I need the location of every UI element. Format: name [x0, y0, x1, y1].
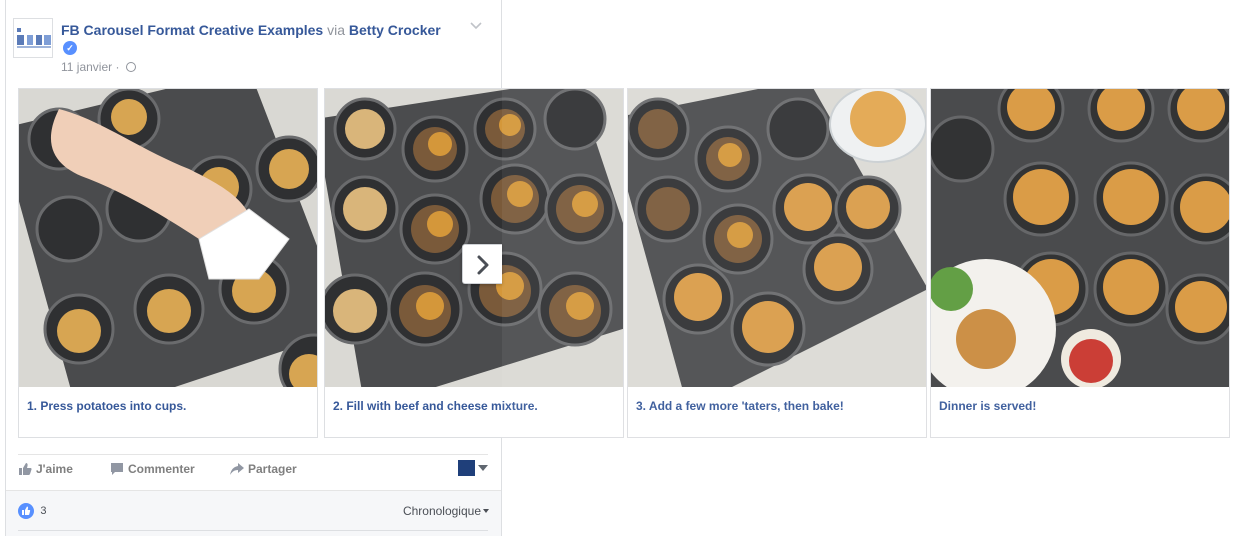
via-label: via: [327, 22, 346, 38]
sort-label: Chronologique: [402, 504, 481, 518]
comment-label: Commenter: [128, 462, 195, 476]
post-header: FB Carousel Format Creative Examples via…: [13, 18, 483, 78]
comment-sort-dropdown[interactable]: Chronologique: [403, 504, 489, 518]
share-icon: [230, 463, 244, 475]
carousel-card-3[interactable]: 3. Add a few more 'taters, then bake!: [627, 88, 927, 438]
caret-down-icon: [483, 509, 489, 513]
post-date[interactable]: 11 janvier: [61, 60, 112, 74]
chevron-down-icon[interactable]: [469, 21, 483, 31]
comment-button[interactable]: Commenter: [110, 462, 195, 478]
page-avatar[interactable]: [13, 18, 53, 58]
carousel-card-3-caption[interactable]: 3. Add a few more 'taters, then bake!: [636, 399, 916, 413]
carousel-card-1[interactable]: 1. Press potatoes into cups.: [18, 88, 318, 438]
page-name-link[interactable]: FB Carousel Format Creative Examples: [61, 22, 323, 38]
carousel-card-4-caption[interactable]: Dinner is served!: [939, 399, 1219, 413]
footer-divider: [18, 530, 488, 531]
like-button[interactable]: J'aime: [18, 462, 73, 478]
post-meta: 11 janvier ·: [61, 60, 136, 74]
post-footer: 3 Chronologique: [6, 490, 501, 536]
reactions-summary[interactable]: 3: [18, 503, 46, 519]
thumbs-up-icon: [19, 463, 32, 475]
carousel-card-2-caption[interactable]: 2. Fill with beef and cheese mixture.: [333, 399, 613, 413]
comment-icon: [111, 463, 123, 475]
like-reaction-icon: [18, 503, 34, 519]
carousel-card-3-image: [628, 89, 926, 387]
carousel-card-1-caption[interactable]: 1. Press potatoes into cups.: [27, 399, 307, 413]
like-label: J'aime: [36, 462, 73, 476]
reaction-count: 3: [40, 505, 47, 517]
post-title-line: FB Carousel Format Creative Examples via…: [61, 21, 441, 39]
post-actions: J'aime Commenter Partager: [18, 456, 488, 484]
globe-icon: [125, 62, 136, 72]
audience-avatar: [458, 460, 475, 476]
shared-from-link[interactable]: Betty Crocker: [349, 22, 441, 38]
share-label: Partager: [248, 462, 297, 476]
chevron-right-icon: [477, 255, 489, 275]
actions-divider: [18, 454, 488, 455]
carousel-card-4-image: [931, 89, 1229, 387]
carousel-next-button[interactable]: [462, 244, 502, 284]
share-button[interactable]: Partager: [230, 462, 297, 478]
audience-selector[interactable]: [458, 460, 488, 476]
carousel: 1. Press potatoes into cups. 2. Fill wit…: [18, 88, 1230, 438]
carousel-card-4[interactable]: Dinner is served!: [930, 88, 1230, 438]
verified-badge-icon: ✓: [63, 41, 77, 55]
meta-separator: ·: [115, 60, 120, 74]
caret-down-icon: [478, 465, 488, 471]
carousel-card-1-image: [19, 89, 317, 387]
carousel-card-2-image: [325, 89, 623, 387]
